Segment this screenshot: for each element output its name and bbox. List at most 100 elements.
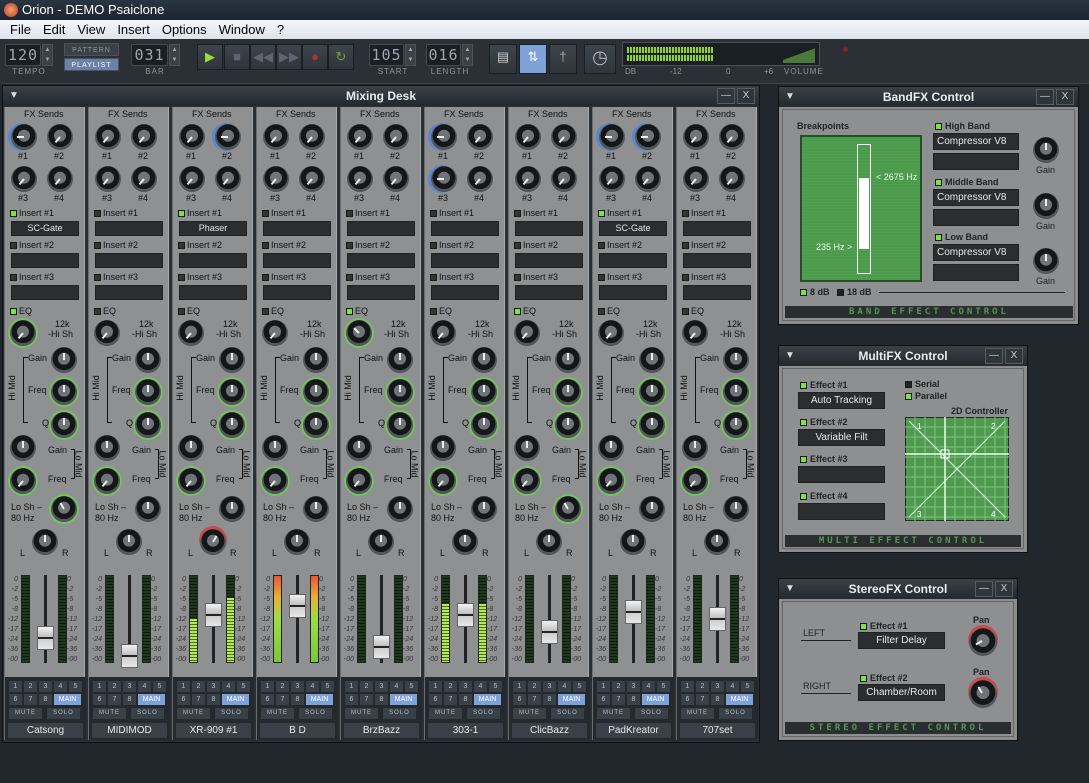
fx-send-knob-1[interactable] xyxy=(179,124,205,150)
bus-1-button[interactable]: 1 xyxy=(9,681,22,692)
bus-1-button[interactable]: 1 xyxy=(177,681,190,692)
fx-send-knob-2[interactable] xyxy=(47,124,73,150)
effect2-toggle[interactable] xyxy=(800,419,807,426)
hi-shelf-knob[interactable] xyxy=(178,320,204,346)
menu-file[interactable]: File xyxy=(4,20,37,39)
volume-fader[interactable] xyxy=(625,599,642,624)
bus-2-button[interactable]: 2 xyxy=(192,681,205,692)
bus-7-button[interactable]: 7 xyxy=(528,694,541,705)
pan-knob[interactable] xyxy=(368,529,394,555)
fx-send-knob-4[interactable] xyxy=(467,166,493,192)
lo-mid-gain-knob[interactable] xyxy=(514,435,540,461)
high-band-effect-slot2[interactable] xyxy=(933,153,1019,170)
high-band-effect[interactable]: Compressor V8 xyxy=(933,133,1019,150)
bus-3-button[interactable]: 3 xyxy=(459,681,472,692)
hi-mid-freq-knob[interactable] xyxy=(639,379,665,405)
pan-knob[interactable] xyxy=(536,529,562,555)
solo-button[interactable]: SOLO xyxy=(635,708,668,719)
rewind-button[interactable]: ◀◀ xyxy=(250,44,276,70)
main-bus-button[interactable]: MAIN xyxy=(474,694,501,705)
channel-name[interactable]: XR-909 #1 xyxy=(176,723,251,738)
bus-1-button[interactable]: 1 xyxy=(681,681,694,692)
lo-mid-freq-knob[interactable] xyxy=(10,468,36,494)
volume-fader[interactable] xyxy=(205,602,222,627)
fx-send-knob-2[interactable] xyxy=(635,124,661,150)
fx-send-knob-1[interactable] xyxy=(683,124,709,150)
eq-toggle[interactable] xyxy=(514,308,521,315)
effect2-select[interactable]: Variable Filt xyxy=(798,429,885,446)
fx-send-knob-1[interactable] xyxy=(431,124,457,150)
insert-3-slot[interactable] xyxy=(263,285,331,300)
bus-3-button[interactable]: 3 xyxy=(39,681,52,692)
minimize-button[interactable]: — xyxy=(1036,89,1054,105)
close-button[interactable]: X xyxy=(995,581,1013,597)
bus-2-button[interactable]: 2 xyxy=(360,681,373,692)
fx-send-knob-4[interactable] xyxy=(719,166,745,192)
insert-2-toggle[interactable] xyxy=(346,242,353,249)
hi-mid-freq-knob[interactable] xyxy=(471,379,497,405)
solo-button[interactable]: SOLO xyxy=(383,708,416,719)
menu-window[interactable]: Window xyxy=(213,20,271,39)
lo-mid-gain-knob[interactable] xyxy=(94,435,120,461)
lo-mid-gain-knob[interactable] xyxy=(346,435,372,461)
main-bus-button[interactable]: MAIN xyxy=(558,694,585,705)
hi-mid-q-knob[interactable] xyxy=(471,412,497,438)
insert-1-toggle[interactable] xyxy=(430,210,437,217)
insert-3-slot[interactable] xyxy=(431,285,499,300)
fx-send-knob-4[interactable] xyxy=(299,166,325,192)
bus-3-button[interactable]: 3 xyxy=(543,681,556,692)
serial-toggle[interactable] xyxy=(905,381,912,388)
fx-send-knob-3[interactable] xyxy=(683,166,709,192)
insert-1-slot[interactable]: SC-Gate xyxy=(599,221,667,236)
insert-3-slot[interactable] xyxy=(347,285,415,300)
eq-toggle[interactable] xyxy=(262,308,269,315)
hi-shelf-knob[interactable] xyxy=(430,320,456,346)
bus-1-button[interactable]: 1 xyxy=(513,681,526,692)
main-bus-button[interactable]: MAIN xyxy=(642,694,669,705)
menu-options[interactable]: Options xyxy=(156,20,213,39)
mute-button[interactable]: MUTE xyxy=(429,708,462,719)
tempo-display[interactable]: 120 xyxy=(5,44,41,66)
main-bus-button[interactable]: MAIN xyxy=(726,694,753,705)
hi-mid-q-knob[interactable] xyxy=(303,412,329,438)
collapse-icon[interactable]: ▼ xyxy=(785,346,795,366)
lo-mid-freq-knob[interactable] xyxy=(178,468,204,494)
insert-1-toggle[interactable] xyxy=(178,210,185,217)
middle-band-toggle[interactable] xyxy=(935,179,942,186)
record-button[interactable]: ● xyxy=(302,44,328,70)
volume-fader[interactable] xyxy=(457,602,474,627)
volume-fader[interactable] xyxy=(37,626,54,651)
insert-2-slot[interactable] xyxy=(515,253,583,268)
view-tool-button[interactable]: † xyxy=(549,44,577,74)
low-band-effect-slot2[interactable] xyxy=(933,264,1019,281)
insert-3-toggle[interactable] xyxy=(598,274,605,281)
menu-insert[interactable]: Insert xyxy=(111,20,156,39)
insert-3-slot[interactable] xyxy=(95,285,163,300)
hi-shelf-knob[interactable] xyxy=(598,320,624,346)
hi-shelf-knob[interactable] xyxy=(682,320,708,346)
high-band-toggle[interactable] xyxy=(935,123,942,130)
bus-8-button[interactable]: 8 xyxy=(291,694,304,705)
bus-6-button[interactable]: 6 xyxy=(429,694,442,705)
bus-2-button[interactable]: 2 xyxy=(108,681,121,692)
lo-shelf-knob[interactable] xyxy=(219,496,245,522)
pan-knob[interactable] xyxy=(32,529,58,555)
lo-mid-freq-knob[interactable] xyxy=(682,468,708,494)
start-display[interactable]: 105 xyxy=(369,44,404,66)
bus-6-button[interactable]: 6 xyxy=(681,694,694,705)
eq-toggle[interactable] xyxy=(682,308,689,315)
pan-knob[interactable] xyxy=(452,529,478,555)
channel-name[interactable]: ClicBazz xyxy=(512,723,587,738)
fx-send-knob-4[interactable] xyxy=(635,166,661,192)
breakpoint-range-handle[interactable] xyxy=(859,178,869,249)
main-bus-button[interactable]: MAIN xyxy=(54,694,81,705)
bus-8-button[interactable]: 8 xyxy=(543,694,556,705)
parallel-toggle[interactable] xyxy=(905,393,912,400)
effect1-select[interactable]: Auto Tracking xyxy=(798,392,885,409)
insert-1-toggle[interactable] xyxy=(598,210,605,217)
volume-fader[interactable] xyxy=(541,620,558,645)
insert-2-toggle[interactable] xyxy=(430,242,437,249)
eq-toggle[interactable] xyxy=(346,308,353,315)
bus-8-button[interactable]: 8 xyxy=(39,694,52,705)
solo-button[interactable]: SOLO xyxy=(719,708,752,719)
